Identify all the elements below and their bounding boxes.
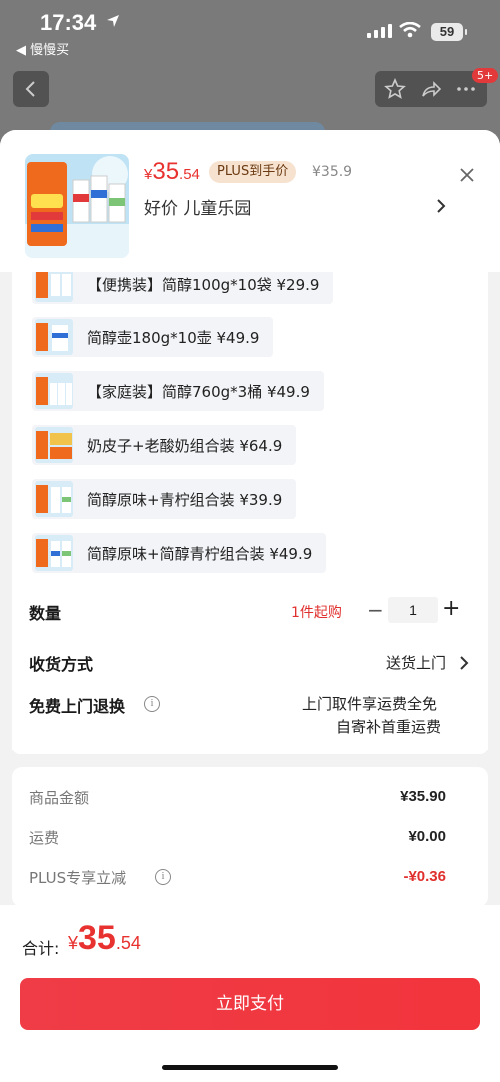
signal-icon (367, 24, 392, 38)
quantity-label: 数量 (29, 604, 62, 623)
status-time: 17:34 (40, 10, 97, 35)
variant-option[interactable]: 【便携装】简醇100g*10袋 ¥29.9 (32, 272, 334, 304)
plus-discount-value: -¥0.36 (403, 868, 446, 885)
home-indicator[interactable] (162, 1065, 338, 1070)
more-icon[interactable] (455, 78, 477, 100)
star-icon[interactable] (384, 78, 406, 100)
info-icon[interactable]: i (144, 696, 160, 712)
price-integer: 35 (152, 158, 180, 185)
quantity-minus-button[interactable]: − (367, 598, 384, 622)
back-button[interactable] (13, 71, 49, 107)
return-note-1: 上门取件享运费全免 (302, 695, 438, 713)
variant-option[interactable]: 简醇壶180g*10壶 ¥49.9 (32, 317, 274, 357)
pay-now-button[interactable]: 立即支付 (20, 978, 480, 1030)
quantity-plus-button[interactable]: + (442, 596, 460, 621)
return-note-2: 自寄补首重运费 (336, 718, 442, 736)
product-price: ¥35.54 (144, 158, 200, 186)
product-image (25, 154, 129, 258)
variant-label: 【便携装】简醇100g*10袋 ¥29.9 (87, 275, 320, 294)
variant-label: 简醇原味+青柠组合装 ¥39.9 (87, 490, 283, 509)
total-currency: ¥ (68, 933, 79, 953)
variant-label: 【家庭装】简醇760g*3桶 ¥49.9 (87, 382, 310, 401)
plus-discount-label: PLUS专享立减 (29, 869, 127, 887)
original-price: ¥35.9 (312, 164, 353, 180)
quantity-input[interactable]: 1 (388, 597, 438, 623)
wifi-icon (399, 22, 421, 38)
variant-thumbnail (35, 319, 73, 355)
chevron-right-icon[interactable] (459, 655, 469, 671)
variant-option[interactable]: 简醇原味+青柠组合装 ¥39.9 (32, 479, 297, 519)
back-arrow-icon (25, 81, 35, 97)
chevron-right-icon[interactable] (436, 198, 446, 214)
back-to-app-link[interactable]: ◀ 慢慢买 (16, 39, 69, 58)
sheet-header: ¥35.54 PLUS到手价 ¥35.9 好价 儿童乐园 (0, 130, 500, 272)
location-arrow-icon (107, 15, 119, 27)
price-decimal: .54 (179, 166, 200, 183)
purchase-sheet: ¥35.54 PLUS到手价 ¥35.9 好价 儿童乐园 【便携装】简醇100g… (0, 130, 500, 1082)
page-actions (375, 71, 487, 107)
battery-icon: 59 (431, 23, 467, 41)
shipping-label: 运费 (29, 829, 60, 847)
variant-thumbnail (35, 481, 73, 517)
variant-thumbnail (35, 427, 73, 463)
total-price: ¥35.54 (68, 919, 141, 958)
variant-option[interactable]: 【家庭装】简醇760g*3桶 ¥49.9 (32, 371, 324, 411)
product-thumbnail[interactable] (25, 154, 129, 258)
free-return-label: 免费上门退换 (29, 697, 126, 716)
shop-name[interactable]: 好价 儿童乐园 (144, 194, 251, 219)
cost-breakdown: 商品金额 ¥35.90 运费 ¥0.00 PLUS专享立减 i -¥0.36 (12, 767, 488, 907)
variant-thumbnail (35, 373, 73, 409)
share-icon[interactable] (420, 78, 442, 100)
variant-option[interactable]: 奶皮子+老酸奶组合装 ¥64.9 (32, 425, 297, 465)
shipping-value: ¥0.00 (408, 828, 446, 845)
delivery-method[interactable]: 送货上门 (386, 652, 446, 673)
total-decimal: .54 (115, 933, 141, 953)
status-bar: 17:34 ◀ 慢慢买 59 (0, 0, 500, 62)
options-section-bottom (12, 746, 488, 754)
close-icon[interactable] (458, 166, 476, 184)
delivery-label: 收货方式 (29, 655, 94, 674)
variant-thumbnail (35, 272, 73, 302)
goods-amount-label: 商品金额 (29, 789, 90, 807)
variant-thumbnail (35, 535, 73, 571)
variant-label: 简醇原味+简醇青柠组合装 ¥49.9 (87, 544, 313, 563)
total-label: 合计: (22, 939, 60, 958)
goods-amount-value: ¥35.90 (400, 788, 446, 805)
variant-label: 奶皮子+老酸奶组合装 ¥64.9 (87, 436, 283, 455)
info-icon[interactable]: i (155, 869, 171, 885)
min-order-note: 1件起购 (291, 605, 342, 621)
variant-option[interactable]: 简醇原味+简醇青柠组合装 ¥49.9 (32, 533, 327, 573)
message-badge: 5+ (472, 68, 499, 83)
checkout-footer: 合计: ¥35.54 立即支付 (0, 905, 500, 1082)
total-integer: 35 (78, 919, 116, 957)
variant-label: 简醇壶180g*10壶 ¥49.9 (87, 328, 260, 347)
plus-price-tag: PLUS到手价 (209, 161, 297, 183)
